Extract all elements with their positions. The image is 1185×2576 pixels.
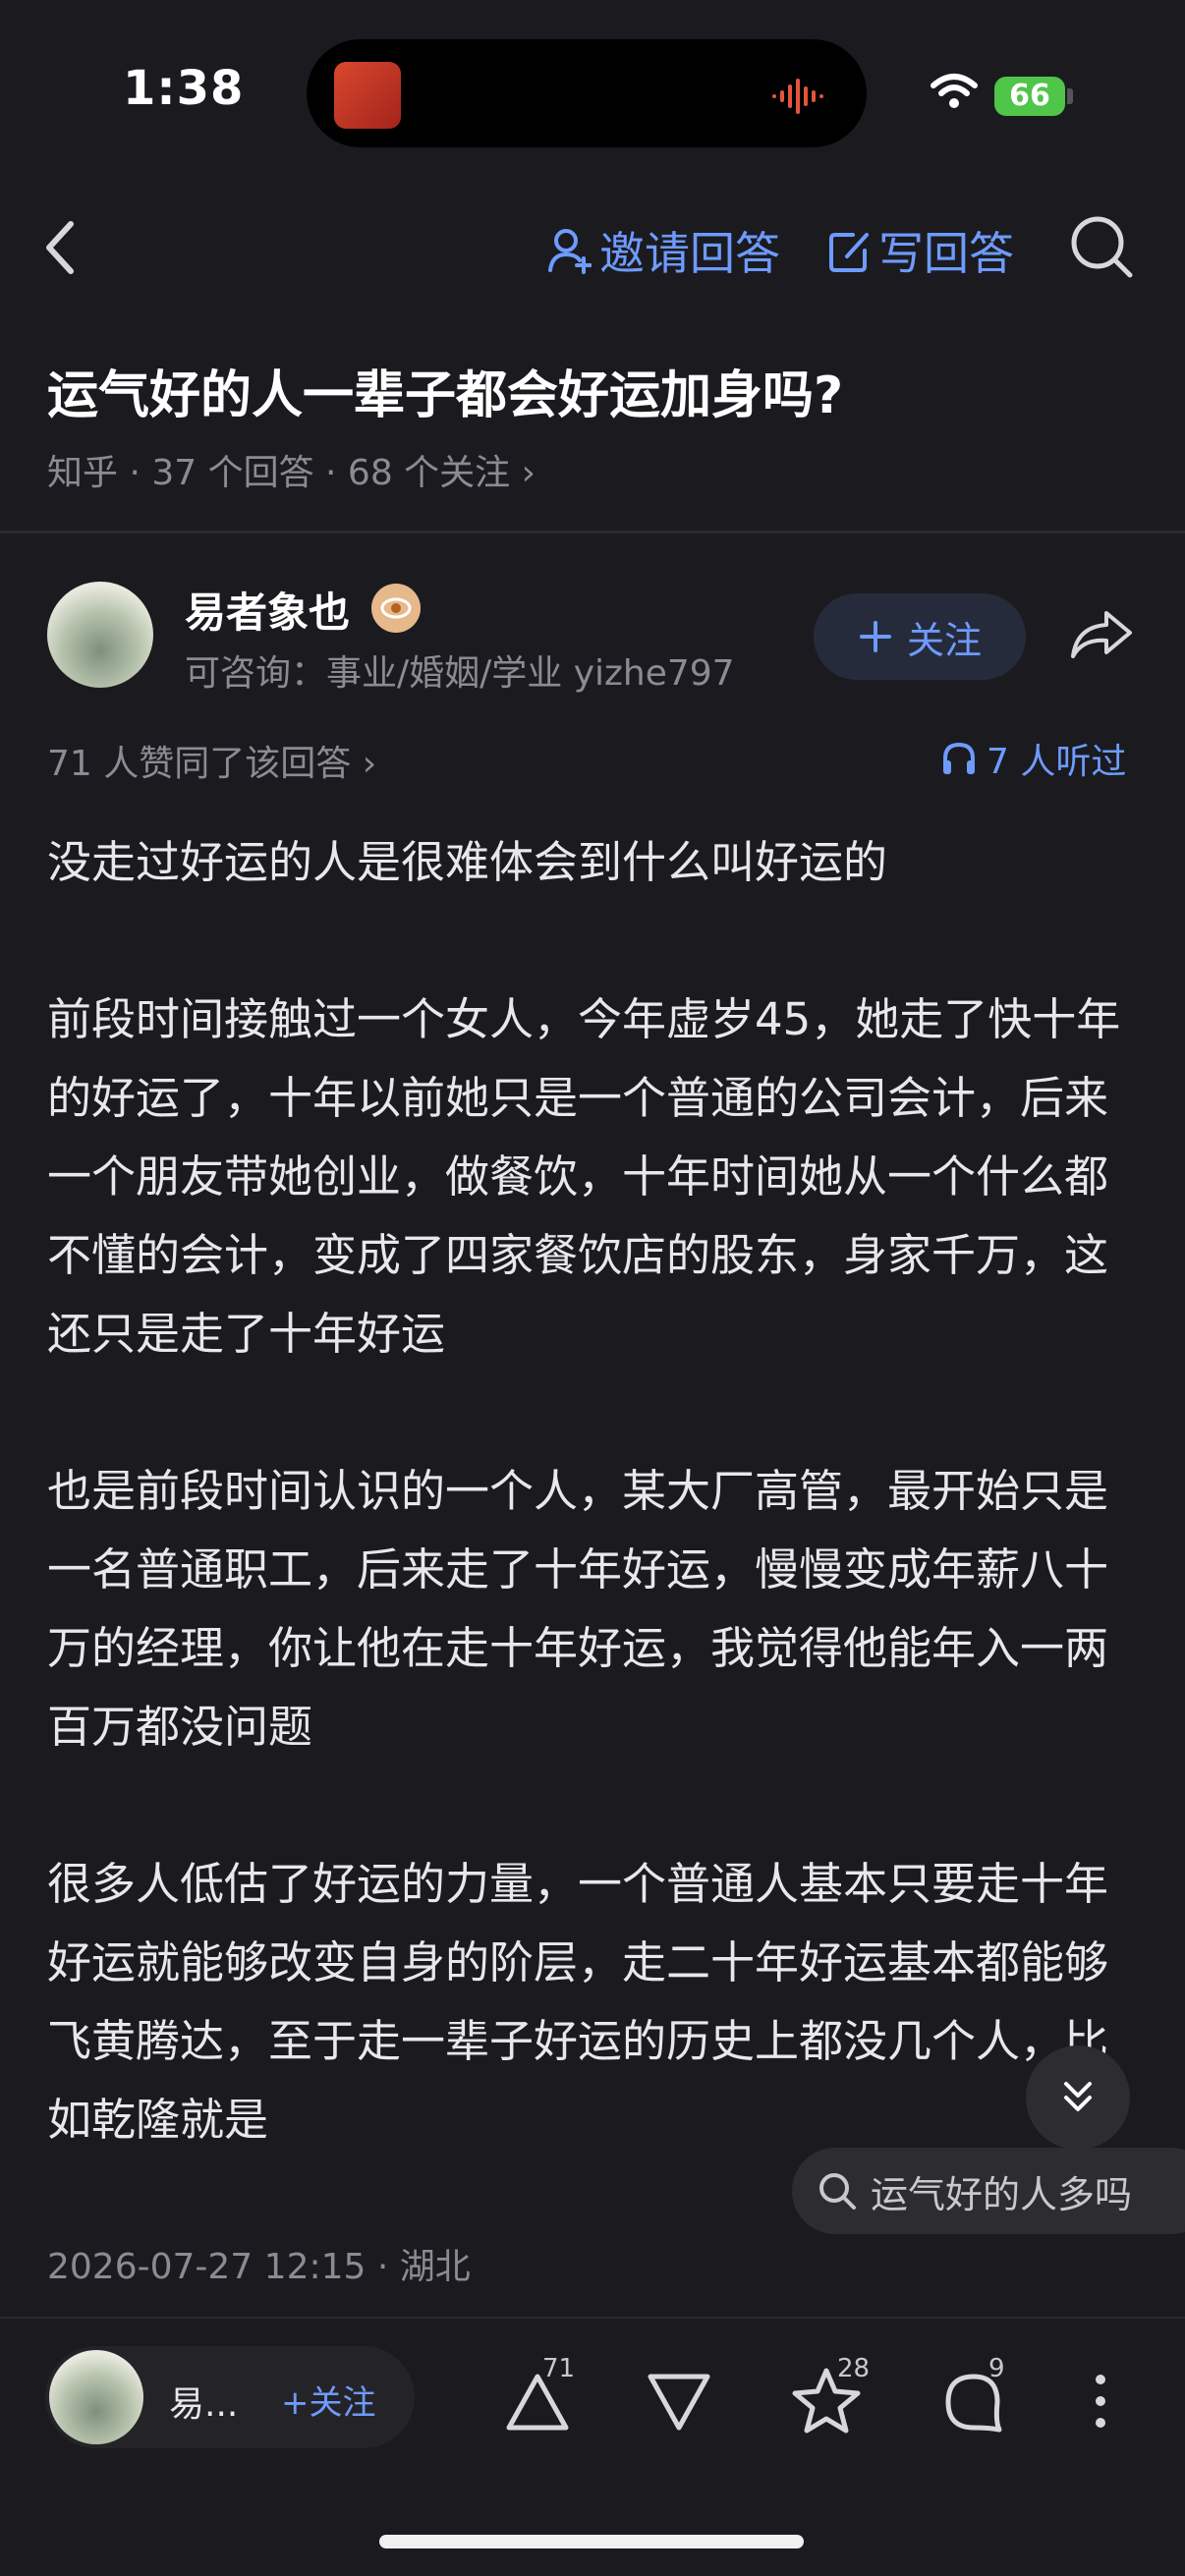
write-answer-button[interactable]: 写回答 [827, 218, 1014, 283]
answer-paragraph: 也是前段时间认识的一个人，某大厂高管，最开始只是一名普通职工，后来走了十年好运，… [47, 1465, 1109, 1753]
related-search-pill[interactable]: 运气好的人多吗 [792, 2148, 1185, 2234]
upvote-count: 71 [542, 2354, 576, 2383]
battery-indicator: 66 [994, 77, 1065, 116]
double-chevron-down-icon [1064, 2082, 1092, 2111]
scroll-next-button[interactable] [1026, 2045, 1130, 2150]
author-bio: 可咨询：事业/婚姻/学业 yizhe797 [185, 653, 735, 694]
headphones-icon [943, 742, 975, 774]
related-search-label: 运气好的人多吗 [871, 2172, 1133, 2216]
answer-paragraph: 没走过好运的人是很难体会到什么叫好运的 [47, 836, 888, 888]
bottom-divider [0, 2317, 1185, 2319]
listen-count[interactable]: 7 人听过 [939, 733, 1126, 784]
battery-tip [1067, 88, 1073, 104]
question-title[interactable]: 运气好的人一辈子都会好运加身吗? [47, 354, 843, 427]
author-name[interactable]: 易者象也 [185, 580, 350, 640]
share-button[interactable] [1067, 607, 1136, 666]
status-time: 1:38 [123, 61, 245, 116]
edit-icon [829, 233, 869, 272]
more-vertical-icon [1096, 2375, 1105, 2428]
question-meta[interactable]: 知乎 · 37 个回答 · 68 个关注 › [47, 444, 536, 495]
home-indicator [379, 2535, 804, 2548]
section-divider [0, 531, 1185, 533]
answer-paragraph: 前段时间接触过一个女人，今年虚岁45，她走了快十年的好运了，十年以前她只是一个普… [47, 993, 1121, 1360]
person-add-icon [548, 229, 592, 274]
search-icon [1071, 216, 1133, 278]
search-icon [819, 2173, 856, 2210]
back-button[interactable] [41, 218, 81, 281]
answer-date: 2026-07-27 12:15 · 湖北 [47, 2247, 471, 2287]
upvote-summary[interactable]: 71 人赞同了该回答 › [47, 735, 376, 786]
downvote-button[interactable] [635, 2358, 723, 2446]
bottom-author-avatar[interactable] [49, 2350, 143, 2444]
listen-count-label: 7 人听过 [987, 742, 1127, 782]
comment-count: 9 [988, 2354, 1005, 2383]
author-avatar[interactable] [47, 582, 153, 688]
follow-button[interactable]: 关注 [814, 593, 1026, 680]
plus-icon [859, 621, 891, 652]
more-button[interactable] [1081, 2362, 1120, 2440]
invite-answer-label: 邀请回答 [599, 227, 780, 280]
invite-answer-button[interactable]: 邀请回答 [548, 218, 780, 283]
share-icon [1071, 611, 1132, 658]
write-answer-label: 写回答 [878, 227, 1014, 280]
follow-label: 关注 [906, 618, 982, 662]
answer-paragraph: 很多人低估了好运的力量，一个普通人基本只要走十年好运就能够改变自身的阶层，走二十… [47, 1858, 1109, 2146]
wifi-icon [930, 72, 979, 115]
verified-badge-icon [371, 584, 421, 633]
chevron-left-icon [46, 221, 74, 274]
now-playing-thumbnail [334, 62, 401, 129]
bottom-follow-button[interactable]: +关注 [281, 2376, 376, 2424]
audio-wave-icon [770, 77, 829, 120]
search-button[interactable] [1069, 214, 1134, 283]
bottom-author-name[interactable]: 易... [169, 2376, 238, 2427]
downvote-triangle-icon [648, 2374, 710, 2431]
favorite-count: 28 [837, 2354, 871, 2383]
answer-body: 没走过好运的人是很难体会到什么叫好运的 前段时间接触过一个女人，今年虚岁45，她… [47, 823, 1138, 2159]
